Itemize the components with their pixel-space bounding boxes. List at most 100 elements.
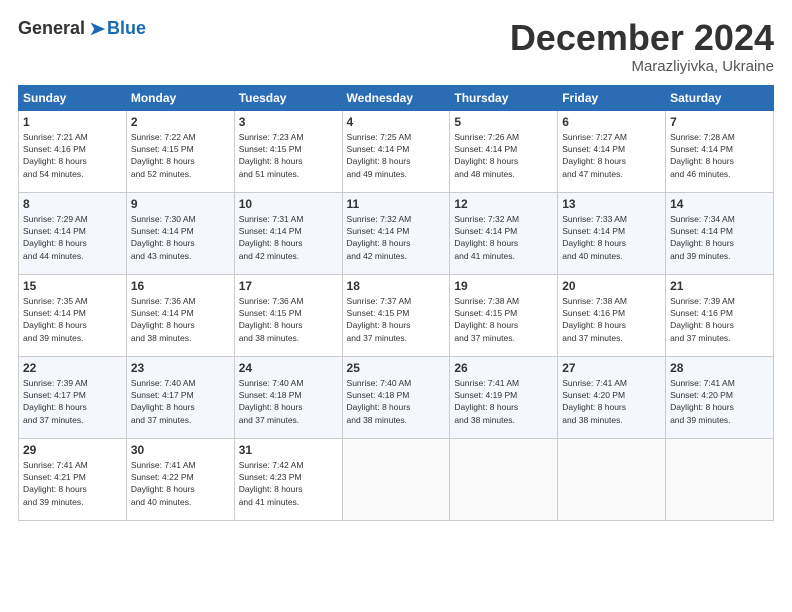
table-row: 26 Sunrise: 7:41 AM Sunset: 4:19 PM Dayli…	[450, 356, 558, 438]
day-number: 4	[347, 115, 446, 129]
col-wednesday: Wednesday	[342, 85, 450, 110]
table-row: 11 Sunrise: 7:32 AM Sunset: 4:14 PM Dayli…	[342, 192, 450, 274]
table-row: 10 Sunrise: 7:31 AM Sunset: 4:14 PM Dayli…	[234, 192, 342, 274]
day-info: Sunrise: 7:41 AM Sunset: 4:21 PM Dayligh…	[23, 459, 122, 508]
day-info: Sunrise: 7:29 AM Sunset: 4:14 PM Dayligh…	[23, 213, 122, 262]
day-info: Sunrise: 7:27 AM Sunset: 4:14 PM Dayligh…	[562, 131, 661, 180]
table-row	[450, 438, 558, 520]
day-number: 7	[670, 115, 769, 129]
day-info: Sunrise: 7:40 AM Sunset: 4:18 PM Dayligh…	[347, 377, 446, 426]
table-row: 23Sunrise: 7:40 AM Sunset: 4:17 PM Dayli…	[126, 356, 234, 438]
table-row: 31Sunrise: 7:42 AM Sunset: 4:23 PM Dayli…	[234, 438, 342, 520]
day-number: 25	[347, 361, 446, 375]
day-number: 18	[347, 279, 446, 293]
day-number: 15	[23, 279, 122, 293]
day-info: Sunrise: 7:33 AM Sunset: 4:14 PM Dayligh…	[562, 213, 661, 262]
table-row: 28Sunrise: 7:41 AM Sunset: 4:20 PM Dayli…	[666, 356, 774, 438]
table-row: 13 Sunrise: 7:33 AM Sunset: 4:14 PM Dayli…	[558, 192, 666, 274]
day-number: 8	[23, 197, 122, 211]
day-number: 19	[454, 279, 553, 293]
table-row: 27 Sunrise: 7:41 AM Sunset: 4:20 PM Dayli…	[558, 356, 666, 438]
logo-blue: Blue	[107, 18, 146, 39]
day-number: 6	[562, 115, 661, 129]
table-row: 2 Sunrise: 7:22 AM Sunset: 4:15 PM Daylig…	[126, 110, 234, 192]
day-info: Sunrise: 7:21 AM Sunset: 4:16 PM Dayligh…	[23, 131, 122, 180]
col-friday: Friday	[558, 85, 666, 110]
calendar-week-row: 8 Sunrise: 7:29 AM Sunset: 4:14 PM Daylig…	[19, 192, 774, 274]
day-number: 30	[131, 443, 230, 457]
table-row	[342, 438, 450, 520]
location-title: Marazliyivka, Ukraine	[510, 58, 774, 75]
logo: General Blue	[18, 18, 146, 39]
table-row: 16Sunrise: 7:36 AM Sunset: 4:14 PM Dayli…	[126, 274, 234, 356]
table-row: 22 Sunrise: 7:39 AM Sunset: 4:17 PM Dayli…	[19, 356, 127, 438]
title-block: December 2024 Marazliyivka, Ukraine	[510, 18, 774, 75]
calendar-week-row: 22 Sunrise: 7:39 AM Sunset: 4:17 PM Dayli…	[19, 356, 774, 438]
day-number: 22	[23, 361, 122, 375]
day-number: 11	[347, 197, 446, 211]
table-row: 30Sunrise: 7:41 AM Sunset: 4:22 PM Dayli…	[126, 438, 234, 520]
day-number: 13	[562, 197, 661, 211]
day-info: Sunrise: 7:23 AM Sunset: 4:15 PM Dayligh…	[239, 131, 338, 180]
day-number: 9	[131, 197, 230, 211]
day-info: Sunrise: 7:30 AM Sunset: 4:14 PM Dayligh…	[131, 213, 230, 262]
day-info: Sunrise: 7:34 AM Sunset: 4:14 PM Dayligh…	[670, 213, 769, 262]
day-info: Sunrise: 7:41 AM Sunset: 4:20 PM Dayligh…	[562, 377, 661, 426]
month-title: December 2024	[510, 18, 774, 58]
col-thursday: Thursday	[450, 85, 558, 110]
day-number: 17	[239, 279, 338, 293]
logo-general: General	[18, 18, 85, 39]
day-number: 10	[239, 197, 338, 211]
table-row: 8 Sunrise: 7:29 AM Sunset: 4:14 PM Daylig…	[19, 192, 127, 274]
day-number: 5	[454, 115, 553, 129]
day-number: 26	[454, 361, 553, 375]
day-info: Sunrise: 7:36 AM Sunset: 4:14 PM Dayligh…	[131, 295, 230, 344]
day-info: Sunrise: 7:35 AM Sunset: 4:14 PM Dayligh…	[23, 295, 122, 344]
day-number: 23	[131, 361, 230, 375]
table-row: 21 Sunrise: 7:39 AM Sunset: 4:16 PM Dayli…	[666, 274, 774, 356]
day-info: Sunrise: 7:39 AM Sunset: 4:16 PM Dayligh…	[670, 295, 769, 344]
table-row: 29 Sunrise: 7:41 AM Sunset: 4:21 PM Dayli…	[19, 438, 127, 520]
table-row: 19Sunrise: 7:38 AM Sunset: 4:15 PM Dayli…	[450, 274, 558, 356]
logo-text: General Blue	[18, 18, 146, 39]
day-info: Sunrise: 7:40 AM Sunset: 4:18 PM Dayligh…	[239, 377, 338, 426]
day-number: 12	[454, 197, 553, 211]
calendar-week-row: 15 Sunrise: 7:35 AM Sunset: 4:14 PM Dayli…	[19, 274, 774, 356]
day-number: 14	[670, 197, 769, 211]
table-row: 17 Sunrise: 7:36 AM Sunset: 4:15 PM Dayli…	[234, 274, 342, 356]
day-number: 3	[239, 115, 338, 129]
table-row: 5Sunrise: 7:26 AM Sunset: 4:14 PM Daylig…	[450, 110, 558, 192]
day-number: 27	[562, 361, 661, 375]
table-row: 7 Sunrise: 7:28 AM Sunset: 4:14 PM Daylig…	[666, 110, 774, 192]
col-sunday: Sunday	[19, 85, 127, 110]
table-row: 24 Sunrise: 7:40 AM Sunset: 4:18 PM Dayli…	[234, 356, 342, 438]
day-info: Sunrise: 7:41 AM Sunset: 4:19 PM Dayligh…	[454, 377, 553, 426]
logo-arrow-icon	[87, 20, 107, 38]
day-info: Sunrise: 7:39 AM Sunset: 4:17 PM Dayligh…	[23, 377, 122, 426]
day-info: Sunrise: 7:37 AM Sunset: 4:15 PM Dayligh…	[347, 295, 446, 344]
day-info: Sunrise: 7:28 AM Sunset: 4:14 PM Dayligh…	[670, 131, 769, 180]
table-row: 4Sunrise: 7:25 AM Sunset: 4:14 PM Daylig…	[342, 110, 450, 192]
day-info: Sunrise: 7:31 AM Sunset: 4:14 PM Dayligh…	[239, 213, 338, 262]
table-row: 25 Sunrise: 7:40 AM Sunset: 4:18 PM Dayli…	[342, 356, 450, 438]
day-info: Sunrise: 7:32 AM Sunset: 4:14 PM Dayligh…	[454, 213, 553, 262]
day-info: Sunrise: 7:36 AM Sunset: 4:15 PM Dayligh…	[239, 295, 338, 344]
table-row: 3 Sunrise: 7:23 AM Sunset: 4:15 PM Daylig…	[234, 110, 342, 192]
day-number: 2	[131, 115, 230, 129]
day-number: 1	[23, 115, 122, 129]
col-monday: Monday	[126, 85, 234, 110]
col-saturday: Saturday	[666, 85, 774, 110]
day-number: 24	[239, 361, 338, 375]
table-row: 1 Sunrise: 7:21 AM Sunset: 4:16 PM Daylig…	[19, 110, 127, 192]
table-row: 18 Sunrise: 7:37 AM Sunset: 4:15 PM Dayli…	[342, 274, 450, 356]
day-info: Sunrise: 7:22 AM Sunset: 4:15 PM Dayligh…	[131, 131, 230, 180]
page: General Blue December 2024 Marazliyivka,…	[0, 0, 792, 612]
col-tuesday: Tuesday	[234, 85, 342, 110]
day-number: 29	[23, 443, 122, 457]
table-row: 15 Sunrise: 7:35 AM Sunset: 4:14 PM Dayli…	[19, 274, 127, 356]
table-row: 20Sunrise: 7:38 AM Sunset: 4:16 PM Dayli…	[558, 274, 666, 356]
day-info: Sunrise: 7:32 AM Sunset: 4:14 PM Dayligh…	[347, 213, 446, 262]
day-info: Sunrise: 7:41 AM Sunset: 4:20 PM Dayligh…	[670, 377, 769, 426]
table-row: 6 Sunrise: 7:27 AM Sunset: 4:14 PM Daylig…	[558, 110, 666, 192]
day-number: 21	[670, 279, 769, 293]
